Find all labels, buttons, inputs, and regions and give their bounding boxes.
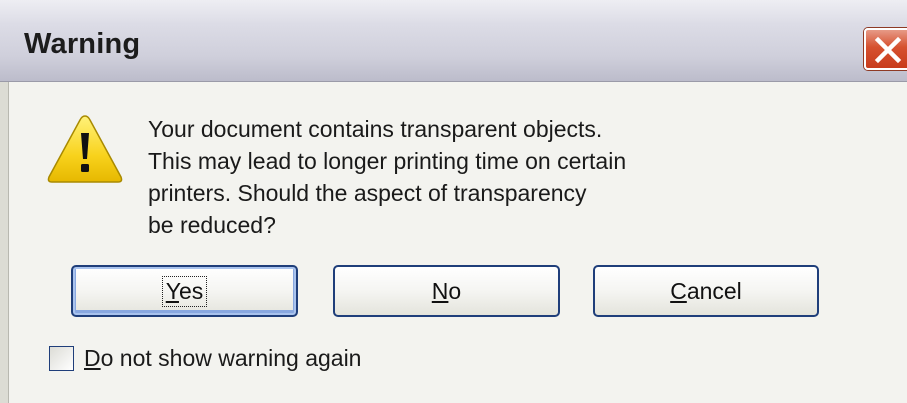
dialog-title: Warning <box>24 28 141 60</box>
cancel-mnemonic: C <box>670 277 687 304</box>
message-line: Your document contains transparent objec… <box>148 116 603 142</box>
checkbox-mnemonic: D <box>84 345 101 371</box>
cancel-button[interactable]: Cancel <box>593 265 819 317</box>
close-button[interactable] <box>864 28 907 70</box>
warning-dialog: Warning Your document contains transpare… <box>0 0 907 403</box>
close-icon <box>874 36 902 64</box>
warning-icon <box>47 115 123 183</box>
yes-button[interactable]: Yes <box>71 265 298 317</box>
title-bar[interactable]: Warning <box>0 0 907 82</box>
no-button[interactable]: No <box>333 265 560 317</box>
checkbox-label-text: o not show warning again <box>100 345 362 371</box>
window-frame <box>0 82 9 403</box>
message-line: printers. Should the aspect of transpare… <box>148 180 587 206</box>
no-label: o <box>448 277 462 304</box>
no-mnemonic: N <box>431 277 449 304</box>
yes-label: es <box>178 277 204 304</box>
warning-message: Your document contains transparent objec… <box>148 113 848 241</box>
message-line: This may lead to longer printing time on… <box>148 148 627 174</box>
dont-show-again-checkbox[interactable] <box>49 346 74 371</box>
dont-show-again-label[interactable]: Do not show warning again <box>84 345 361 372</box>
message-line: be reduced? <box>148 212 276 238</box>
cancel-label: ancel <box>686 277 742 304</box>
yes-mnemonic: Y <box>165 277 179 304</box>
focus-indicator: Yes <box>161 275 208 307</box>
